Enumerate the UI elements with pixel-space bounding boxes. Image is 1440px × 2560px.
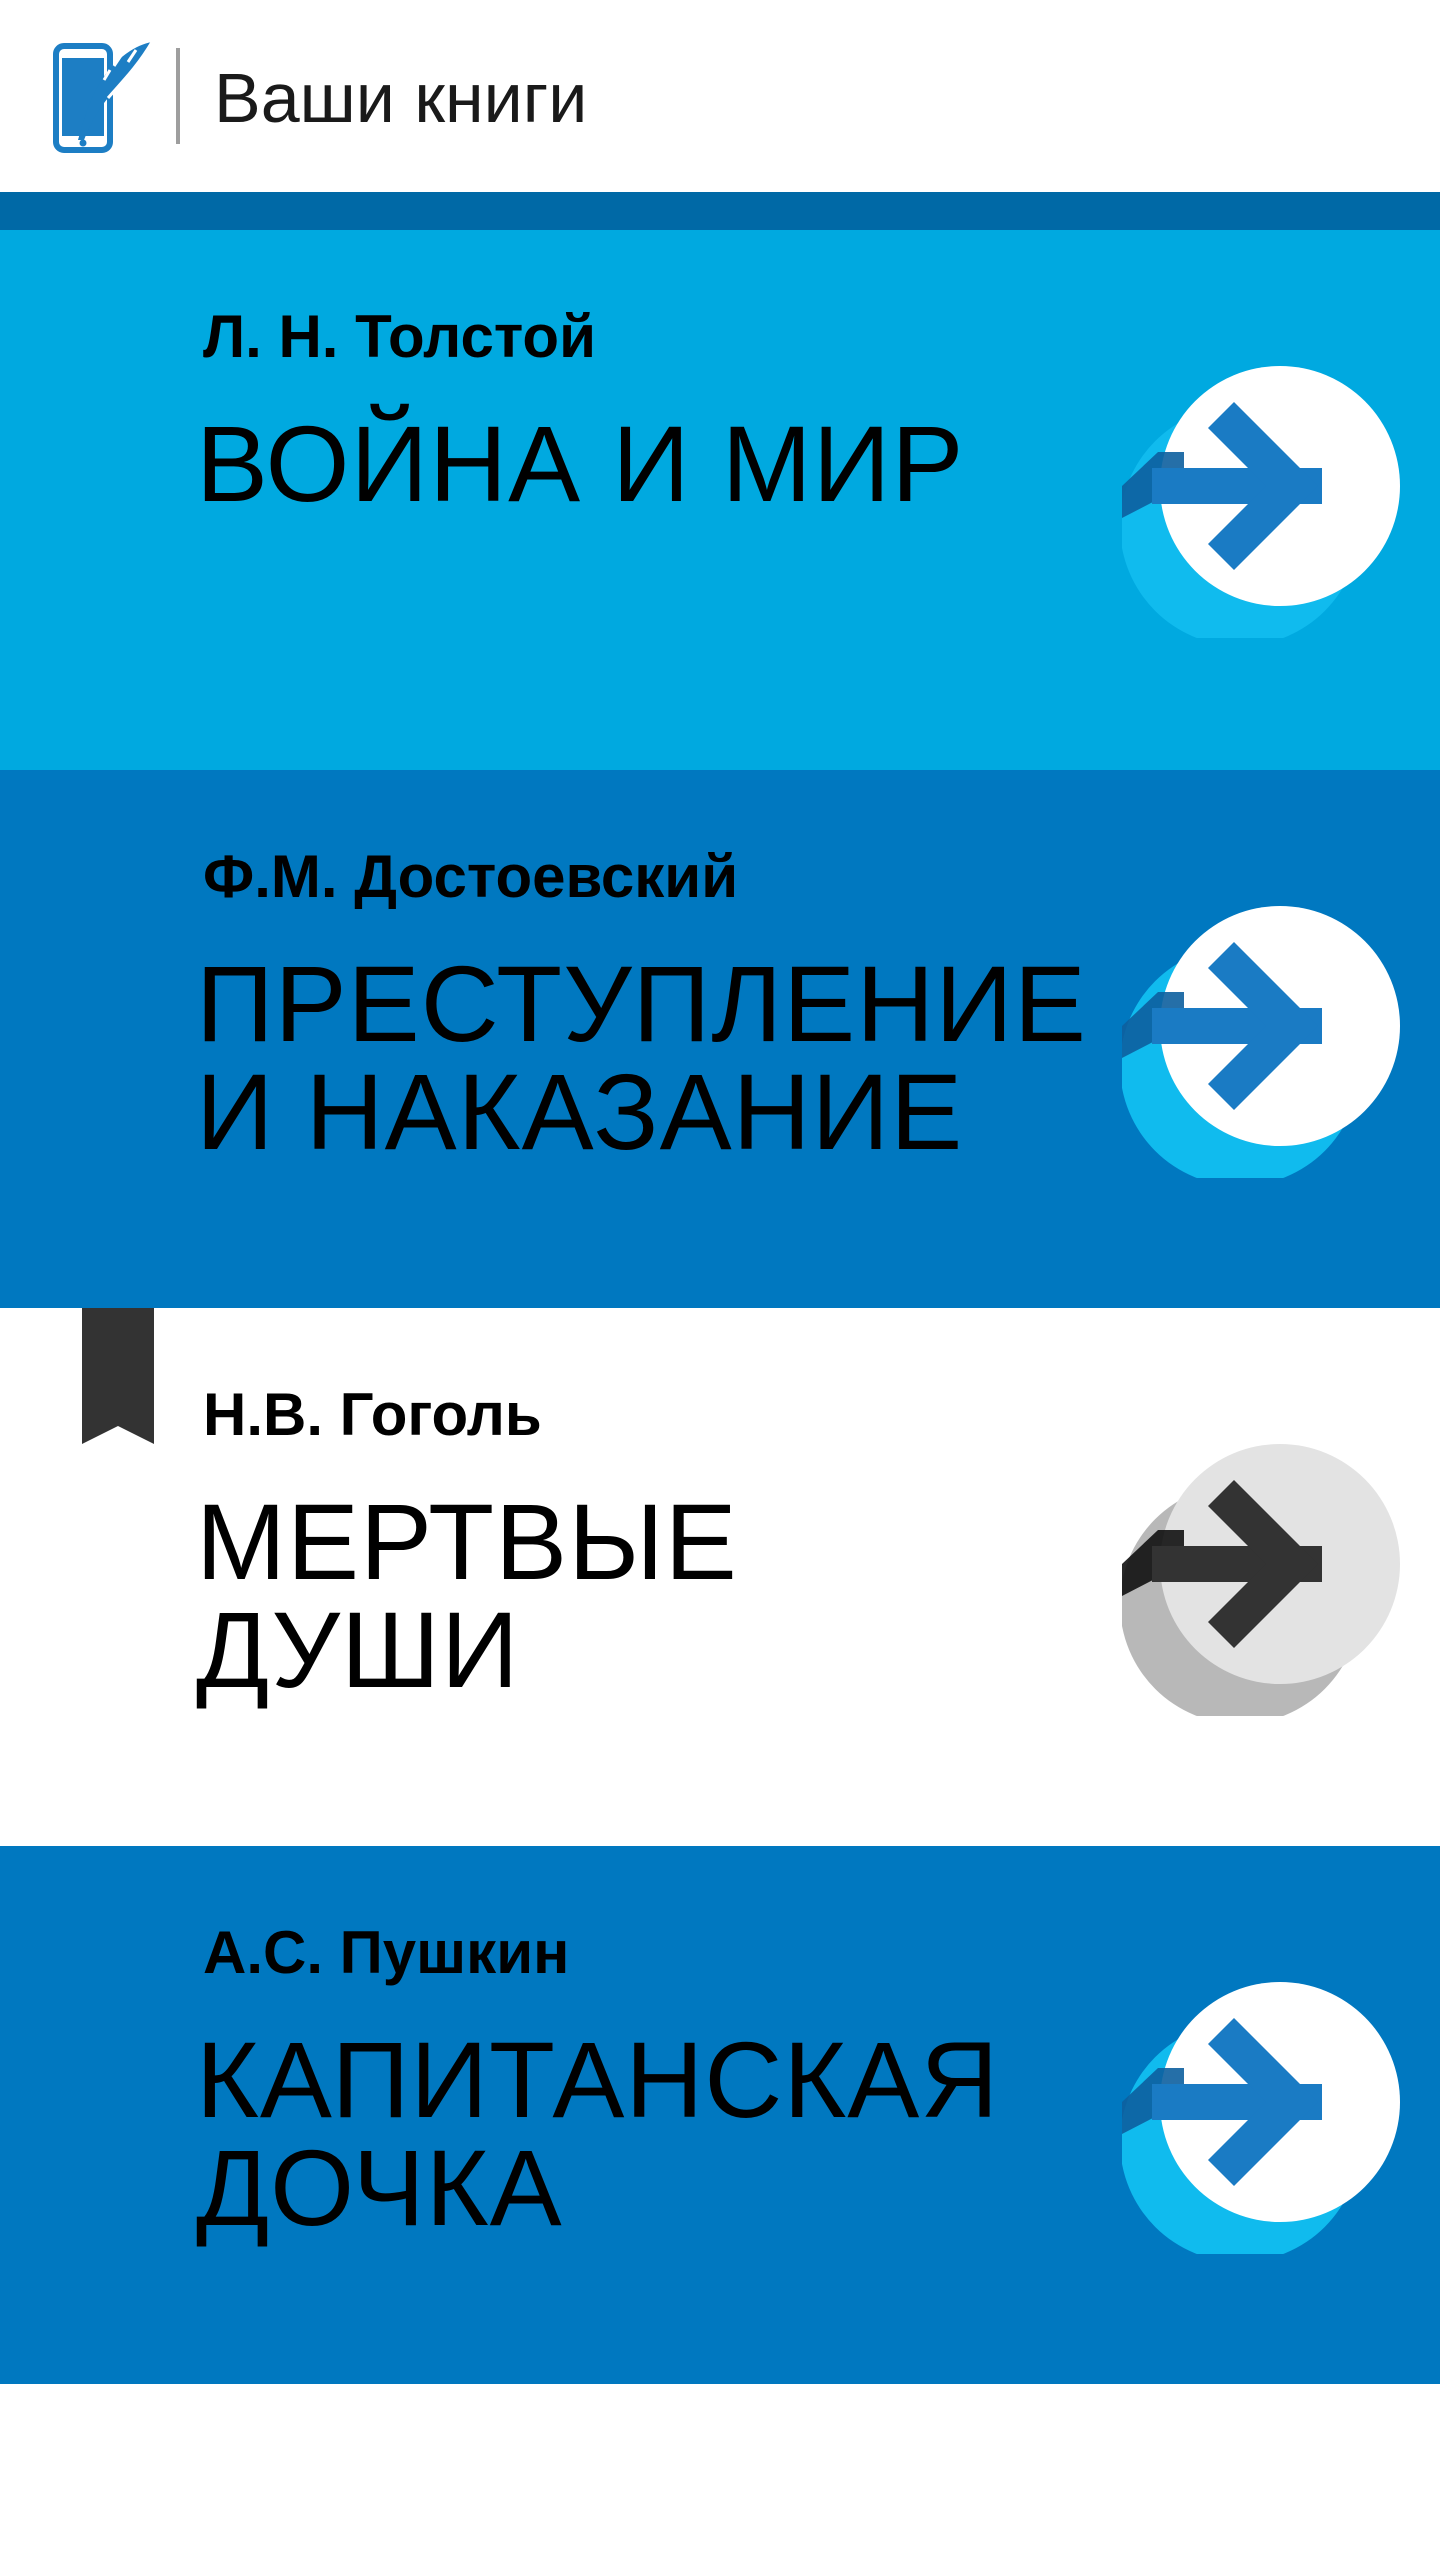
header-divider bbox=[176, 48, 180, 144]
book-title: ВОЙНА И МИР bbox=[196, 410, 964, 518]
open-book-button[interactable] bbox=[1122, 1974, 1402, 2254]
book-author: Н.В. Гоголь bbox=[203, 1381, 542, 1448]
book-card-crime-and-punishment[interactable]: Ф.М. Достоевский ПРЕСТУПЛЕНИЕ И НАКАЗАНИ… bbox=[0, 770, 1440, 1308]
page-title: Ваши книги bbox=[214, 59, 588, 137]
book-title: МЕРТВЫЕ ДУШИ bbox=[196, 1488, 738, 1704]
book-title: ПРЕСТУПЛЕНИЕ И НАКАЗАНИЕ bbox=[196, 950, 1087, 1166]
book-title: КАПИТАНСКАЯ ДОЧКА bbox=[196, 2026, 999, 2242]
arrow-right-icon bbox=[1122, 1982, 1400, 2254]
open-book-button[interactable] bbox=[1122, 898, 1402, 1178]
bookmark-icon bbox=[82, 1308, 154, 1444]
book-title-line: МЕРТВЫЕ bbox=[196, 1481, 738, 1602]
book-author: Ф.М. Достоевский bbox=[203, 843, 739, 910]
book-title-line: И НАКАЗАНИЕ bbox=[196, 1051, 964, 1172]
book-card-war-and-peace[interactable]: Л. Н. Толстой ВОЙНА И МИР bbox=[0, 230, 1440, 770]
book-title-line: ВОЙНА И МИР bbox=[196, 403, 965, 524]
open-book-button[interactable] bbox=[1122, 1436, 1402, 1716]
book-card-dead-souls[interactable]: Н.В. Гоголь МЕРТВЫЕ ДУШИ bbox=[0, 1308, 1440, 1846]
header-strip bbox=[0, 192, 1440, 230]
book-card-captains-daughter[interactable]: А.С. Пушкин КАПИТАНСКАЯ ДОЧКА bbox=[0, 1846, 1440, 2384]
book-author: Л. Н. Толстой bbox=[203, 303, 596, 370]
feather-phone-icon[interactable] bbox=[52, 36, 158, 156]
arrow-right-icon bbox=[1122, 906, 1400, 1178]
open-book-button[interactable] bbox=[1122, 358, 1402, 638]
arrow-right-icon bbox=[1122, 1444, 1400, 1716]
book-title-line: ПРЕСТУПЛЕНИЕ bbox=[196, 943, 1087, 1064]
book-title-line: ДОЧКА bbox=[196, 2127, 563, 2248]
book-title-line: КАПИТАНСКАЯ bbox=[196, 2019, 1000, 2140]
arrow-right-icon bbox=[1122, 366, 1400, 638]
app-header: Ваши книги bbox=[0, 0, 1440, 192]
book-title-line: ДУШИ bbox=[196, 1589, 520, 1710]
book-author: А.С. Пушкин bbox=[203, 1919, 570, 1986]
